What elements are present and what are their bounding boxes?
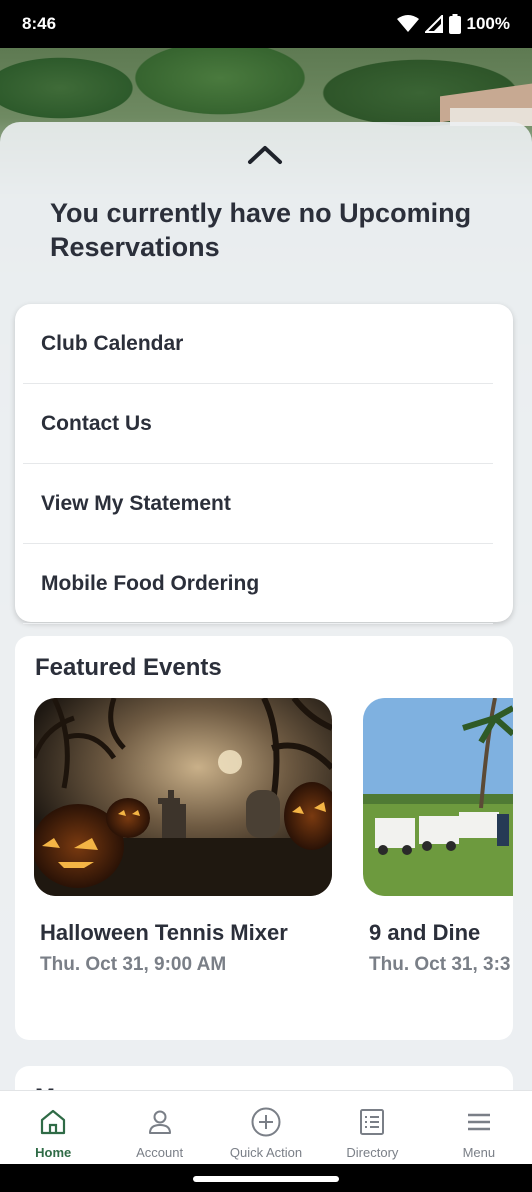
nav-label: Menu: [462, 1145, 496, 1160]
chevron-up-icon[interactable]: [246, 140, 284, 166]
link-label: Club Calendar: [41, 331, 184, 355]
hamburger-icon: [467, 1113, 490, 1131]
nav-account[interactable]: Account: [106, 1091, 212, 1164]
battery-icon: [448, 14, 461, 34]
event-date: Thu. Oct 31, 3:3: [369, 954, 511, 975]
bottom-navigation: Home Account Quick Action Directory Menu: [0, 1090, 532, 1164]
battery-percent: 100%: [466, 14, 510, 33]
nav-label: Account: [136, 1145, 184, 1160]
link-club-calendar[interactable]: Club Calendar: [23, 304, 493, 384]
link-label: Mobile Food Ordering: [41, 571, 260, 595]
home-icon: [41, 1109, 66, 1135]
plus-circle-icon: [251, 1107, 281, 1137]
link-label: View My Statement: [41, 491, 231, 515]
event-date: Thu. Oct 31, 9:00 AM: [40, 954, 227, 975]
link-view-my-statement[interactable]: View My Statement: [23, 464, 493, 544]
status-time: 8:46: [22, 14, 57, 33]
link-label: Contact Us: [41, 411, 152, 435]
event-name: Halloween Tennis Mixer: [40, 920, 288, 945]
nav-label: Home: [35, 1145, 72, 1160]
system-gesture-bar: [0, 1164, 532, 1192]
gesture-handle[interactable]: [193, 1176, 339, 1182]
directory-icon: [360, 1109, 385, 1135]
link-mobile-food-ordering[interactable]: Mobile Food Ordering: [23, 544, 493, 624]
nav-menu[interactable]: Menu: [426, 1091, 532, 1164]
featured-events-card: Featured Events Halloween Tennis Mixer T…: [15, 636, 513, 1040]
event-card-9-and-dine[interactable]: 9 and Dine Thu. Oct 31, 3:3: [363, 698, 513, 976]
event-card-halloween[interactable]: Halloween Tennis Mixer Thu. Oct 31, 9:00…: [34, 698, 332, 976]
quick-links-card: Club Calendar Contact Us View My Stateme…: [15, 304, 513, 624]
featured-events-title: Featured Events: [35, 654, 222, 681]
status-bar: 8:46 100%: [0, 0, 532, 48]
event-name: 9 and Dine: [369, 920, 481, 945]
nav-directory[interactable]: Directory: [319, 1091, 425, 1164]
nav-label: Directory: [346, 1145, 399, 1160]
event-image-9-and-dine: [363, 698, 513, 896]
account-icon: [148, 1110, 171, 1134]
upcoming-reservations-message: You currently have no Upcoming Reservati…: [50, 198, 472, 262]
link-contact-us[interactable]: Contact Us: [23, 384, 493, 464]
status-icons: 100%: [396, 14, 510, 34]
event-image-halloween: [34, 698, 332, 896]
nav-quick-action[interactable]: Quick Action: [213, 1091, 319, 1164]
wifi-icon: [396, 15, 419, 32]
signal-icon: [424, 15, 443, 33]
nav-home[interactable]: Home: [0, 1091, 106, 1164]
nav-label: Quick Action: [229, 1145, 303, 1160]
